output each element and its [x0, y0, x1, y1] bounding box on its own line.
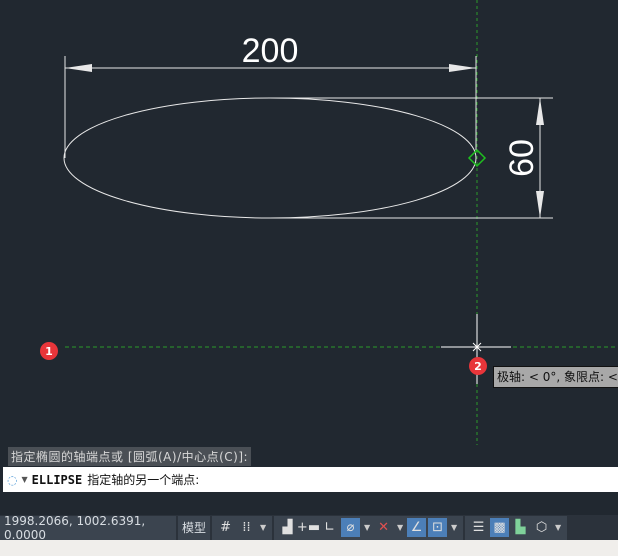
arrowhead — [536, 191, 544, 218]
chevron-down-icon[interactable]: ▼ — [21, 475, 27, 484]
chevron-down-icon[interactable]: ▼ — [449, 523, 459, 532]
chevron-down-icon[interactable]: ▼ — [362, 523, 372, 532]
command-name: ELLIPSE — [31, 472, 83, 487]
grid-icon[interactable]: # — [216, 518, 235, 537]
lineweight-icon[interactable]: ☰ — [469, 518, 488, 537]
dimension-text-200[interactable]: 200 — [242, 32, 299, 70]
snap-icon[interactable]: ⁞⁞ — [237, 518, 256, 537]
step-marker-2: 2 — [469, 357, 487, 375]
ellipse[interactable] — [63, 97, 477, 219]
ortho-icon[interactable]: ∟ — [320, 518, 339, 537]
object-snap-icon[interactable]: ⊡ — [428, 518, 448, 537]
taskbar — [0, 540, 618, 556]
step-marker-1: 1 — [40, 342, 58, 360]
chevron-down-icon[interactable]: ▼ — [553, 523, 563, 532]
transparency-icon[interactable]: ▩ — [490, 518, 510, 537]
command-line[interactable]: ◌ ▼ ELLIPSE 指定轴的另一个端点: — [3, 467, 618, 492]
isodraft-icon[interactable]: ✕ — [374, 518, 393, 537]
3d-object-snap-icon[interactable]: ⬡ — [532, 518, 551, 537]
command-icon[interactable]: ◌ — [7, 473, 17, 487]
model-tab[interactable]: 模型 — [178, 515, 211, 540]
object-snap-tracking-icon[interactable]: ∠ — [407, 518, 427, 537]
dimension-text-60[interactable]: 60 — [503, 139, 541, 177]
coordinates: 1998.2066, 1002.6391, 0.0000 — [0, 514, 176, 542]
arrowhead — [449, 64, 476, 72]
infer-constraints-icon[interactable]: ▟ — [278, 518, 297, 537]
chevron-down-icon[interactable]: ▼ — [395, 523, 405, 532]
selection-cycling-icon[interactable]: ▙ — [511, 518, 530, 537]
command-prompt: 指定轴的另一个端点: — [87, 473, 200, 487]
tracking-tooltip: 极轴: < 0°, 象限点: < — [493, 366, 618, 388]
drawing-canvas[interactable]: 200 60 — [0, 0, 618, 515]
status-bar: 1998.2066, 1002.6391, 0.0000 模型 # ⁞⁞ ▼ ▟… — [0, 514, 618, 542]
arrowhead — [536, 98, 544, 125]
command-history: 指定椭圆的轴端点或 [圆弧(A)/中心点(C)]: — [8, 447, 252, 466]
polar-tracking-icon[interactable]: ⌀ — [341, 518, 361, 537]
dynamic-input-icon[interactable]: +▬ — [297, 518, 320, 537]
arrowhead — [65, 64, 92, 72]
chevron-down-icon[interactable]: ▼ — [258, 523, 268, 532]
